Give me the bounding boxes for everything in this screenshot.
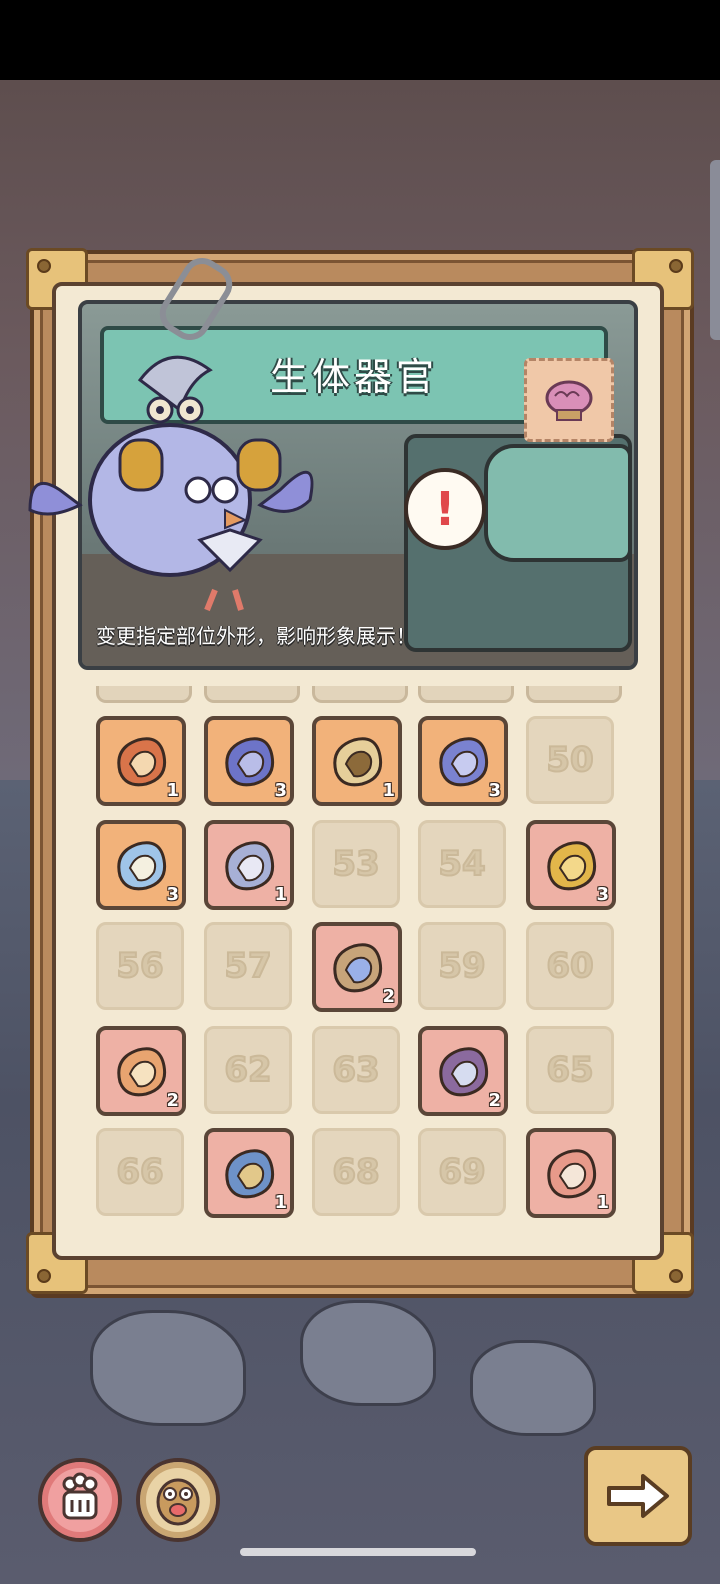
organ-slot-locked[interactable]: 60 bbox=[526, 922, 614, 1010]
banner-subtitle: 变更指定部位外形，影响形象展示！ bbox=[96, 624, 416, 648]
grid-row-partial bbox=[204, 686, 300, 703]
item-count: 1 bbox=[274, 884, 287, 905]
organ-slot-locked[interactable]: 69 bbox=[418, 1128, 506, 1216]
organ-slot[interactable]: 1 bbox=[204, 1128, 294, 1218]
organ-slot-locked[interactable]: 66 bbox=[96, 1128, 184, 1216]
grid-row-partial bbox=[312, 686, 408, 703]
slot-number: 65 bbox=[545, 1049, 594, 1091]
organ-eyestalk-icon bbox=[117, 841, 167, 891]
organ-fur-icon bbox=[333, 737, 383, 787]
rock-decoration bbox=[470, 1340, 596, 1436]
item-count: 3 bbox=[488, 780, 501, 801]
organ-slot-locked[interactable]: 50 bbox=[526, 716, 614, 804]
slot-number: 50 bbox=[545, 739, 594, 781]
arrow-right-icon bbox=[607, 1474, 669, 1518]
alert-icon[interactable]: ! bbox=[404, 468, 486, 550]
grid-row-partial bbox=[96, 686, 192, 703]
slot-number: 68 bbox=[331, 1151, 380, 1193]
organ-slot[interactable]: 3 bbox=[204, 716, 294, 806]
organ-tab-button[interactable] bbox=[38, 1458, 122, 1542]
organ-tentacle-icon bbox=[225, 737, 275, 787]
item-count: 1 bbox=[274, 1192, 287, 1213]
organ-slot[interactable]: 1 bbox=[204, 820, 294, 910]
organ-spiked-tail-icon bbox=[439, 1047, 489, 1097]
organ-eye-shell-icon bbox=[547, 841, 597, 891]
organ-slot-locked[interactable]: 63 bbox=[312, 1026, 400, 1114]
item-count: 3 bbox=[166, 884, 179, 905]
item-count: 1 bbox=[596, 1192, 609, 1213]
organ-slot-locked[interactable]: 56 bbox=[96, 922, 184, 1010]
slot-number: 63 bbox=[331, 1049, 380, 1091]
organ-slot[interactable]: 3 bbox=[526, 820, 616, 910]
organ-slot[interactable]: 1 bbox=[312, 716, 402, 806]
organ-slot[interactable]: 1 bbox=[96, 716, 186, 806]
organ-slot-locked[interactable]: 62 bbox=[204, 1026, 292, 1114]
status-bar bbox=[0, 0, 720, 80]
organ-eye-tail-icon bbox=[547, 1149, 597, 1199]
face-tab-button[interactable] bbox=[136, 1458, 220, 1542]
organ-claws-icon bbox=[117, 1047, 167, 1097]
item-count: 1 bbox=[166, 780, 179, 801]
next-button[interactable] bbox=[584, 1446, 692, 1546]
item-count: 3 bbox=[596, 884, 609, 905]
item-count: 1 bbox=[382, 780, 395, 801]
organ-slot-locked[interactable]: 65 bbox=[526, 1026, 614, 1114]
organ-mane-icon bbox=[117, 737, 167, 787]
organ-slot-locked[interactable]: 53 bbox=[312, 820, 400, 908]
organ-fin-icon bbox=[439, 737, 489, 787]
item-count: 2 bbox=[166, 1090, 179, 1111]
organ-tab-icon bbox=[62, 1472, 98, 1520]
slot-number: 69 bbox=[437, 1151, 486, 1193]
item-count: 2 bbox=[488, 1090, 501, 1111]
organ-slot-locked[interactable]: 68 bbox=[312, 1128, 400, 1216]
organ-crystal-armor-icon bbox=[333, 943, 383, 993]
organ-bat-wing-icon bbox=[225, 841, 275, 891]
grid-row-partial bbox=[526, 686, 622, 703]
slot-number: 66 bbox=[115, 1151, 164, 1193]
organ-slot[interactable]: 3 bbox=[418, 716, 508, 806]
organ-slot[interactable]: 2 bbox=[312, 922, 402, 1012]
organ-slot-locked[interactable]: 59 bbox=[418, 922, 506, 1010]
rock-decoration bbox=[90, 1310, 246, 1426]
face-tab-icon bbox=[156, 1478, 200, 1526]
item-count: 3 bbox=[274, 780, 287, 801]
brain-stamp-icon bbox=[524, 358, 614, 442]
slot-number: 53 bbox=[331, 843, 380, 885]
dna-tank bbox=[484, 444, 632, 562]
slot-number: 59 bbox=[437, 945, 486, 987]
side-drawer-handle[interactable] bbox=[710, 160, 720, 340]
organ-slot-locked[interactable]: 54 bbox=[418, 820, 506, 908]
slot-number: 62 bbox=[223, 1049, 272, 1091]
slot-number: 60 bbox=[545, 945, 594, 987]
organ-slot[interactable]: 2 bbox=[96, 1026, 186, 1116]
organ-slot[interactable]: 2 bbox=[418, 1026, 508, 1116]
rock-decoration bbox=[300, 1300, 436, 1406]
organ-slot[interactable]: 3 bbox=[96, 820, 186, 910]
item-count: 2 bbox=[382, 986, 395, 1007]
slot-number: 54 bbox=[437, 843, 486, 885]
organ-armor-plate-icon bbox=[225, 1149, 275, 1199]
slot-number: 56 bbox=[115, 945, 164, 987]
creature-character bbox=[28, 355, 314, 612]
organ-slot-locked[interactable]: 57 bbox=[204, 922, 292, 1010]
grid-row-partial bbox=[418, 686, 514, 703]
slot-number: 57 bbox=[223, 945, 272, 987]
home-indicator[interactable] bbox=[240, 1548, 476, 1556]
organ-slot[interactable]: 1 bbox=[526, 1128, 616, 1218]
